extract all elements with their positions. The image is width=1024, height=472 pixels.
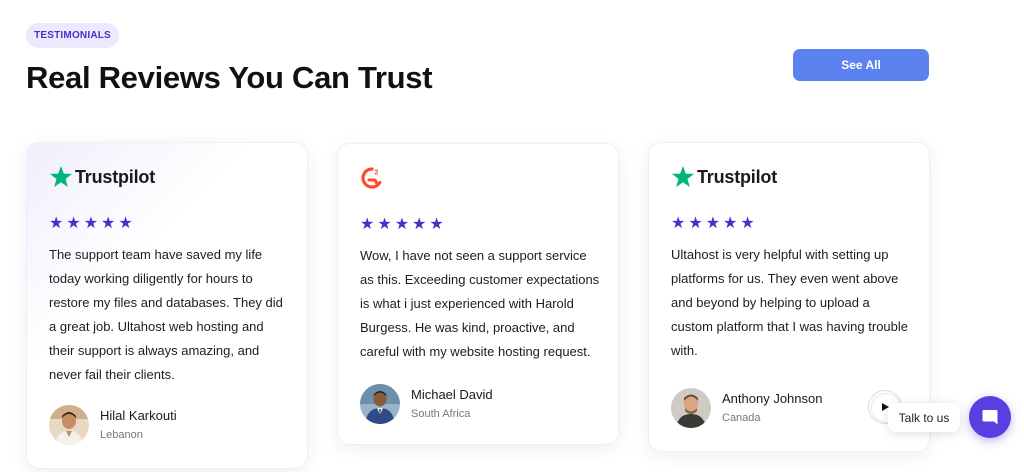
- avatar: [49, 405, 89, 445]
- star-icon: ★: [705, 215, 721, 232]
- avatar: [360, 384, 400, 424]
- testimonial-card: Trustpilot ★ ★ ★ ★ ★ The support team have s…: [26, 142, 308, 469]
- chat-tooltip[interactable]: Talk to us: [888, 403, 960, 432]
- platform-name: Trustpilot: [75, 166, 155, 187]
- review-text: The support team have saved my life toda…: [49, 247, 283, 382]
- review-author: Michael David South Africa: [360, 384, 493, 424]
- star-icon: ★: [360, 216, 375, 233]
- star-icon: ★: [740, 215, 755, 232]
- review-author: Hilal Karkouti Lebanon: [49, 405, 177, 445]
- star-icon: ★: [101, 215, 116, 232]
- trustpilot-star-icon: [50, 166, 72, 187]
- section-title: Real Reviews You Can Trust: [26, 60, 433, 95]
- g2-logo-icon: 2: [361, 167, 382, 189]
- star-icon: ★: [394, 216, 410, 233]
- author-location: Lebanon: [100, 429, 143, 441]
- star-rating: ★ ★ ★ ★ ★: [360, 216, 444, 234]
- trustpilot-star-icon: [672, 166, 694, 187]
- author-name: Hilal Karkouti: [100, 408, 177, 423]
- g2-logo: 2: [360, 165, 384, 191]
- review-text: Wow, I have not seen a support service a…: [360, 248, 600, 359]
- star-icon: ★: [429, 216, 444, 233]
- author-name: Anthony Johnson: [722, 391, 823, 406]
- author-location: South Africa: [411, 408, 471, 420]
- star-rating: ★ ★ ★ ★ ★: [49, 215, 133, 233]
- svg-text:2: 2: [375, 170, 379, 177]
- star-icon: ★: [118, 215, 133, 232]
- star-icon: ★: [688, 215, 703, 232]
- chat-bubble-icon: [982, 410, 998, 425]
- star-icon: ★: [412, 216, 427, 233]
- star-icon: ★: [83, 215, 99, 232]
- see-all-button[interactable]: See All: [793, 49, 929, 81]
- author-name: Michael David: [411, 387, 493, 402]
- author-location: Canada: [722, 412, 761, 424]
- trustpilot-logo: Trustpilot: [49, 164, 155, 190]
- review-author: Anthony Johnson Canada: [671, 388, 822, 428]
- testimonial-card: 2 ★ ★ ★ ★ ★ Wow, I have not seen a support s…: [337, 143, 619, 445]
- trustpilot-logo: Trustpilot: [671, 164, 777, 190]
- star-icon: ★: [66, 215, 81, 232]
- review-text: Ultahost is very helpful with setting up…: [671, 247, 909, 358]
- star-icon: ★: [49, 215, 64, 232]
- star-icon: ★: [377, 216, 392, 233]
- chat-button[interactable]: [969, 396, 1011, 438]
- platform-name: Trustpilot: [697, 166, 777, 187]
- section-badge: TESTIMONIALS: [26, 23, 119, 48]
- star-rating: ★ ★ ★ ★ ★: [671, 215, 755, 233]
- avatar: [671, 388, 711, 428]
- star-icon: ★: [671, 215, 686, 232]
- star-icon: ★: [723, 215, 738, 232]
